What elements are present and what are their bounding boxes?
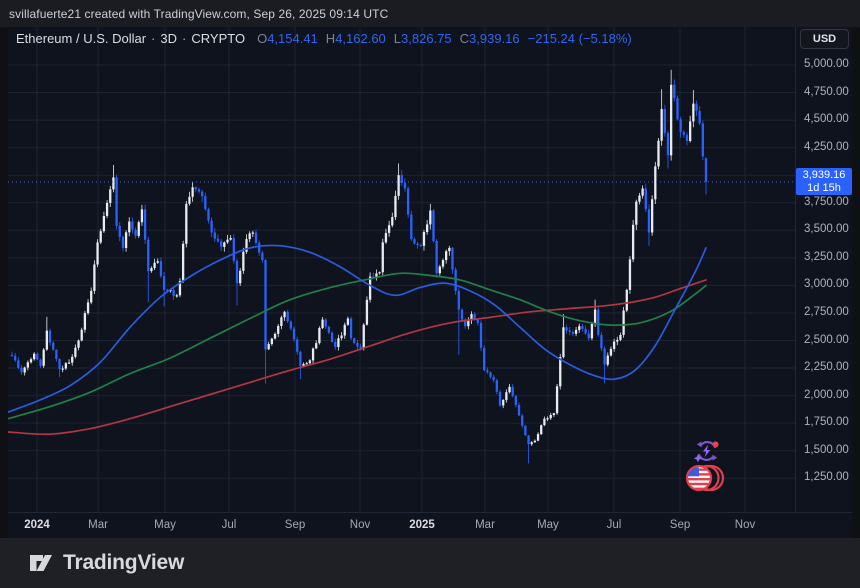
brand-wordmark[interactable]: TradingView — [63, 551, 184, 575]
time-tick: May — [145, 519, 185, 531]
time-tick: Sep — [275, 519, 315, 531]
price-tick: 2,000.00 — [804, 389, 849, 401]
time-tick: Sep — [660, 519, 700, 531]
price-tick: 3,500.00 — [804, 223, 849, 235]
price-chart[interactable] — [8, 27, 795, 512]
ohlc-values: O4,154.41 H4,162.60 L3,826.75 C3,939.16 … — [257, 31, 632, 46]
price-tick: 3,750.00 — [804, 196, 849, 208]
low-value: 3,826.75 — [401, 31, 452, 46]
legend-separator: · — [151, 31, 155, 46]
time-tick: Mar — [78, 519, 118, 531]
chart-panel: Ethereum / U.S. Dollar · 3D · CRYPTO O4,… — [8, 27, 852, 538]
time-tick: 2024 — [17, 519, 57, 531]
price-tick: 1,250.00 — [804, 471, 849, 483]
time-tick: Jul — [209, 519, 249, 531]
price-tick: 3,000.00 — [804, 278, 849, 290]
instrument-logos — [685, 437, 733, 495]
footer-bar: TradingView — [0, 538, 860, 588]
close-value: 3,939.16 — [469, 31, 520, 46]
attribution-bar: svillafuerte21 created with TradingView.… — [0, 0, 860, 27]
price-tick: 1,500.00 — [804, 444, 849, 456]
time-tick: Nov — [725, 519, 765, 531]
price-axis[interactable]: 5,000.004,750.004,500.004,250.004,000.00… — [795, 27, 852, 512]
time-tick: Mar — [465, 519, 505, 531]
price-tick: 4,250.00 — [804, 141, 849, 153]
legend-separator: · — [182, 31, 186, 46]
price-tick: 4,750.00 — [804, 86, 849, 98]
high-label: H — [326, 31, 335, 46]
tradingview-logo-icon[interactable] — [28, 550, 54, 576]
change-value: −215.24 (−5.18%) — [528, 31, 632, 46]
time-tick: Jul — [594, 519, 634, 531]
bar-countdown: 1d 15h — [796, 182, 852, 195]
price-tick: 2,250.00 — [804, 361, 849, 373]
price-tick: 2,750.00 — [804, 306, 849, 318]
open-value: 4,154.41 — [267, 31, 318, 46]
symbol-name: Ethereum / U.S. Dollar — [16, 31, 146, 46]
time-tick: Nov — [340, 519, 380, 531]
last-price-value: 3,939.16 — [796, 169, 852, 182]
currency-toggle-button[interactable]: USD — [800, 29, 849, 49]
attribution-text: svillafuerte21 created with TradingView.… — [9, 7, 388, 21]
price-tick: 2,500.00 — [804, 334, 849, 346]
price-tick: 4,500.00 — [804, 113, 849, 125]
low-label: L — [394, 31, 401, 46]
last-price-label: 3,939.16 1d 15h — [796, 168, 852, 195]
close-label: C — [460, 31, 469, 46]
price-tick: 1,750.00 — [804, 416, 849, 428]
interval-label: 3D — [160, 31, 177, 46]
price-tick: 3,250.00 — [804, 251, 849, 263]
page: { "attribution": "svillafuerte21 created… — [0, 0, 860, 588]
high-value: 4,162.60 — [335, 31, 386, 46]
open-label: O — [257, 31, 267, 46]
time-axis[interactable]: 2024 Mar May Jul Sep Nov 2025 Mar May Jul Sep Nov — [8, 512, 852, 538]
price-tick: 5,000.00 — [804, 58, 849, 70]
exchange-label: CRYPTO — [191, 31, 245, 46]
usd-flag-icon — [685, 461, 725, 495]
time-tick: May — [528, 519, 568, 531]
time-tick: 2025 — [402, 519, 442, 531]
symbol-legend[interactable]: Ethereum / U.S. Dollar · 3D · CRYPTO O4,… — [16, 31, 632, 46]
